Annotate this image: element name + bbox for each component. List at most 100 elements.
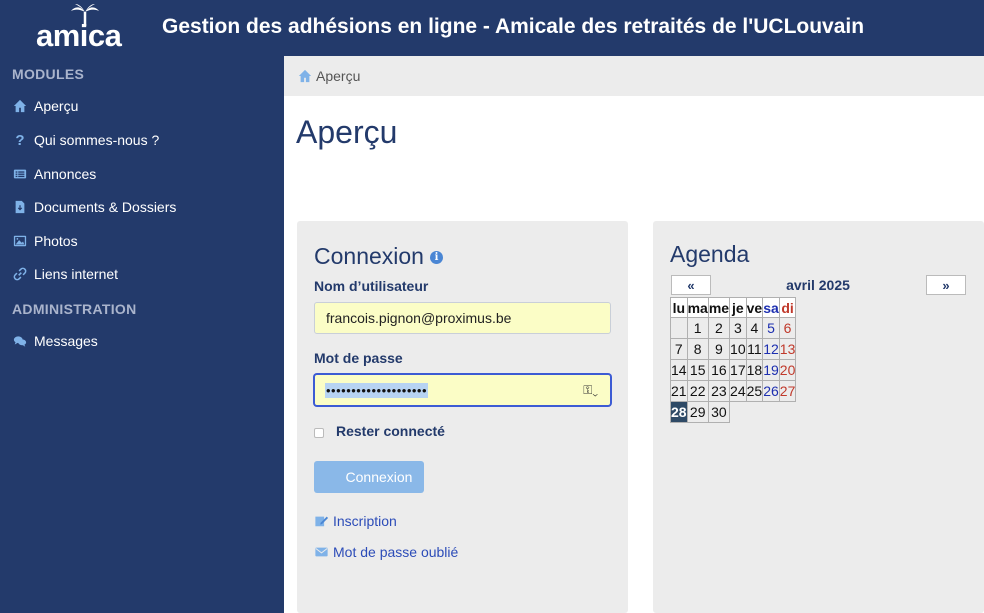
sidebar-item-label: Liens internet: [34, 266, 119, 282]
calendar-day[interactable]: 7: [670, 338, 688, 360]
sidebar-item-label: Messages: [34, 333, 98, 349]
info-icon[interactable]: i: [429, 251, 443, 265]
weekday-header: ve: [745, 297, 764, 318]
calendar-day[interactable]: 27: [778, 380, 797, 402]
sidebar-item-label: Qui sommes-nous ?: [34, 132, 160, 148]
list-icon: [12, 166, 28, 182]
calendar-blank: [746, 402, 763, 423]
file-icon: [12, 199, 28, 215]
calendar-day[interactable]: 30: [707, 401, 731, 423]
login-title: Connexion i: [314, 243, 443, 270]
calendar-day[interactable]: 16: [707, 359, 731, 381]
calendar-day[interactable]: 4: [745, 317, 764, 339]
username-field[interactable]: francois.pignon@proximus.be: [314, 302, 611, 334]
calendar-next-button[interactable]: »: [926, 275, 966, 295]
comments-icon: [12, 333, 28, 349]
calendar-blank: [779, 402, 796, 423]
weekday-header: lu: [670, 297, 688, 318]
calendar-day[interactable]: 13: [778, 338, 797, 360]
remember-label[interactable]: Rester connecté: [336, 423, 445, 439]
calendar-blank: [730, 402, 747, 423]
link-icon: [12, 266, 28, 282]
calendar-day[interactable]: 19: [762, 359, 780, 381]
calendar-day[interactable]: 2: [707, 317, 731, 339]
calendar-day[interactable]: 25: [745, 380, 764, 402]
forgot-password-text: Mot de passe oublié: [333, 544, 459, 560]
calendar-day[interactable]: 26: [762, 380, 780, 402]
envelope-icon: [315, 547, 328, 557]
calendar-day[interactable]: 10: [729, 338, 747, 360]
breadcrumb: Aperçu: [284, 56, 984, 96]
sidebar-item-annonces[interactable]: Annonces: [12, 162, 274, 186]
username-label: Nom d’utilisateur: [314, 278, 429, 294]
sidebar-item-label: Annonces: [34, 166, 97, 182]
agenda-panel: Agenda « avril 2025 » lu ma me je ve sa di 123…: [653, 221, 984, 613]
question-icon: ?: [15, 131, 25, 149]
logo-text: amica: [36, 18, 122, 53]
calendar-day[interactable]: 5: [762, 317, 780, 339]
calendar-day[interactable]: 15: [686, 359, 709, 381]
home-icon: [298, 69, 312, 83]
weekday-header: je: [729, 297, 747, 318]
sidebar-item-liens[interactable]: Liens internet: [12, 262, 274, 286]
key-icon[interactable]: ⚿⌄: [583, 383, 598, 398]
password-field[interactable]: •••••••••••••••••••• ⚿⌄: [314, 374, 611, 406]
calendar-day[interactable]: 28: [670, 401, 688, 423]
calendar-day[interactable]: 17: [729, 359, 747, 381]
calendar-day[interactable]: 23: [707, 380, 731, 402]
sidebar-item-label: Aperçu: [34, 98, 79, 114]
calendar-day[interactable]: 21: [670, 380, 688, 402]
calendar-day[interactable]: 3: [729, 317, 747, 339]
sidebar-item-label: Photos: [34, 233, 78, 249]
forgot-password-link[interactable]: Mot de passe oublié: [314, 544, 458, 560]
sidebar-heading-administration: ADMINISTRATION: [12, 301, 137, 317]
calendar-day[interactable]: 18: [745, 359, 764, 381]
amica-logo[interactable]: amica: [36, 4, 128, 53]
breadcrumb-item[interactable]: Aperçu: [316, 68, 360, 84]
login-button[interactable]: Connexion: [314, 461, 424, 493]
sidebar-item-apercu[interactable]: Aperçu: [12, 94, 274, 118]
edit-icon: [315, 516, 329, 527]
calendar-day[interactable]: 9: [707, 338, 731, 360]
remember-checkbox[interactable]: [314, 428, 324, 438]
sidebar-item-label: Documents & Dossiers: [34, 199, 177, 215]
weekday-header: di: [778, 297, 797, 318]
sidebar-item-documents[interactable]: Documents & Dossiers: [12, 195, 274, 219]
page-title: Aperçu: [296, 114, 398, 150]
sidebar-item-photos[interactable]: Photos: [12, 229, 274, 253]
weekday-header: sa: [762, 297, 780, 318]
calendar-day[interactable]: 6: [778, 317, 797, 339]
calendar-day[interactable]: 1: [686, 317, 709, 339]
app-header: amica Gestion des adhésions en ligne - A…: [0, 0, 984, 56]
calendar-day[interactable]: 12: [762, 338, 780, 360]
login-panel: Connexion i Nom d’utilisateur francois.pi…: [297, 221, 628, 613]
password-value: ••••••••••••••••••••: [325, 382, 429, 398]
sidebar: MODULES Aperçu ? Qui sommes-nous ? Annon…: [0, 56, 284, 613]
calendar-blank: [763, 402, 780, 423]
sidebar-heading-modules: MODULES: [12, 66, 85, 82]
sidebar-item-messages[interactable]: Messages: [12, 329, 274, 353]
calendar-day[interactable]: 29: [686, 401, 709, 423]
calendar-day[interactable]: 14: [670, 359, 688, 381]
username-value: francois.pignon@proximus.be: [326, 310, 512, 326]
weekday-header: ma: [686, 297, 709, 318]
weekday-header: me: [707, 297, 731, 318]
register-link[interactable]: Inscription: [314, 513, 397, 529]
calendar-empty: [670, 317, 688, 339]
calendar-grid: lu ma me je ve sa di 1 2 3 4 5 6 7 8 9 10 11 12 13 14 15 16 17…: [670, 297, 797, 423]
home-icon: [12, 98, 28, 114]
sidebar-item-qui-sommes-nous[interactable]: ? Qui sommes-nous ?: [12, 128, 274, 152]
calendar-day[interactable]: 22: [686, 380, 709, 402]
password-label: Mot de passe: [314, 350, 403, 366]
calendar-day[interactable]: 24: [729, 380, 747, 402]
app-title: Gestion des adhésions en ligne - Amicale…: [162, 15, 865, 38]
calendar-day[interactable]: 11: [745, 338, 764, 360]
image-icon: [12, 233, 28, 249]
login-title-text: Connexion: [314, 243, 424, 269]
register-link-text: Inscription: [333, 513, 397, 529]
calendar-day[interactable]: 20: [778, 359, 797, 381]
calendar-day[interactable]: 8: [686, 338, 709, 360]
agenda-title: Agenda: [670, 241, 750, 267]
calendar-prev-button[interactable]: «: [671, 275, 711, 295]
calendar-month: avril 2025: [786, 277, 850, 293]
